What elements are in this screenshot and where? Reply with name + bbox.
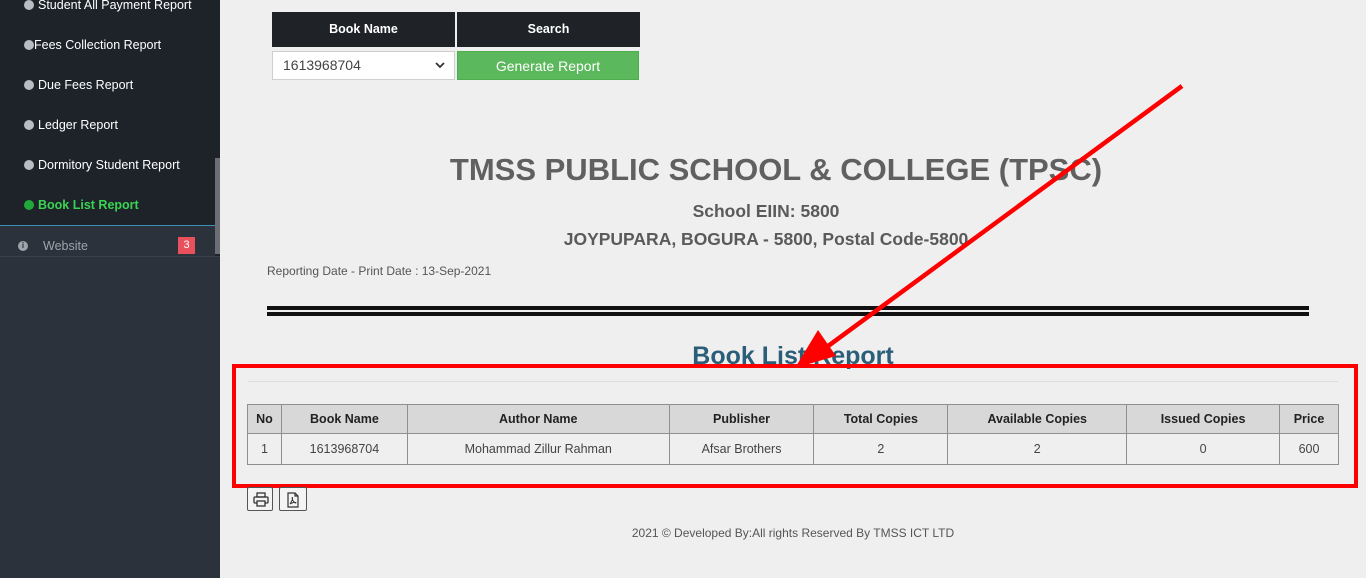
annotation-arrow — [795, 84, 1184, 368]
arrowhead-icon — [795, 330, 836, 368]
